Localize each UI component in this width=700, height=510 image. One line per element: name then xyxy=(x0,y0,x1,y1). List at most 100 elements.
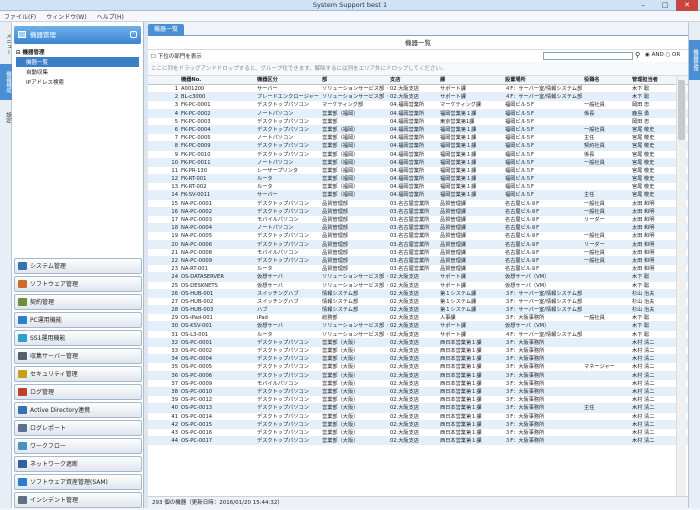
table-row[interactable]: 15 NA-PC-0001 デスクトップパソコン 品質管理部 03.名古屋営業所 品質管理… xyxy=(148,200,688,208)
table-row[interactable]: 40 OS-PC-0013 デスクトップパソコン 営業部（大阪） 02.大阪支店 西日本営… xyxy=(148,404,688,413)
maximize-button[interactable]: □ xyxy=(654,0,676,11)
table-cell: 福岡ビル５F xyxy=(505,192,534,199)
table-row[interactable]: 39 OS-PC-0012 デスクトップパソコン 営業部（大阪） 02.大阪支店 西日本営… xyxy=(148,396,688,405)
column-header[interactable]: 役職名 xyxy=(584,76,630,85)
search-input[interactable] xyxy=(543,52,633,60)
table-row[interactable]: 5 FK-PC-0003 デスクトップパソコン 営業部 04.福岡営業所 東京営業第1課 福… xyxy=(148,118,688,126)
and-label: AND xyxy=(651,52,664,58)
table-row[interactable]: 38 OS-PC-0010 デスクトップパソコン 営業部（大阪） 02.大阪支店 西日本営… xyxy=(148,387,688,397)
table-row[interactable]: 42 OS-PC-0015 デスクトップパソコン 営業部（大阪） 02.大阪支店 西日本営… xyxy=(148,420,688,429)
table-cell: 主任 xyxy=(584,405,595,412)
scrollbar-thumb[interactable] xyxy=(678,80,685,140)
table-row[interactable]: 22 NA-PC-0009 デスクトップパソコン 品質管理部 03.名古屋営業所 品質管理… xyxy=(148,256,688,266)
or-radio[interactable]: ○ OR xyxy=(665,52,680,58)
table-row[interactable]: 16 NA-PC-0002 デスクトップパソコン 品質管理部 03.名古屋営業所 品質管理… xyxy=(148,207,688,216)
table-row[interactable]: 29 OS-iPad-001 iPad 総務部 02.大阪支店 人事課 ３F：大阪事務所 一般… xyxy=(148,314,688,323)
table-row[interactable]: 31OS-L3-001 ルータ ソリューションサービス部（大阪）02.大阪支店 サポー… xyxy=(148,331,688,339)
vertical-scrollbar[interactable] xyxy=(676,76,686,496)
menu-file[interactable]: ファイル(F) xyxy=(0,11,40,21)
sidebar-menu-item[interactable]: 収集サーバー管理 xyxy=(14,348,142,364)
menu-window[interactable]: ウィンドウ(W) xyxy=(42,11,91,21)
sidebar-menu-item[interactable]: ネットワーク遮断 xyxy=(14,456,142,472)
search-icon[interactable]: ⚲ xyxy=(635,51,640,59)
sidebar-menu-item[interactable]: Active Directory連携 xyxy=(14,402,142,418)
table-row[interactable]: 24OS-DATASERVER 仮想サーバ ソリューションサービス部（大阪）02.大… xyxy=(148,273,688,282)
tab-device-list[interactable]: 機器一覧 xyxy=(148,24,185,36)
group-drop-area[interactable]: ここに列をドラッグアンドドロップすると、グループ化できます。解除するには列をエリ… xyxy=(148,62,688,76)
table-row[interactable]: 30OS-KSV-001 仮想サーバ ソリューションサービス部（大阪）02.大阪支店… xyxy=(148,322,688,331)
table-row[interactable]: 20 NA-PC-0006 デスクトップパソコン 品質管理部 03.名古屋営業所 品質管理… xyxy=(148,240,688,249)
and-radio[interactable]: ◉ AND xyxy=(645,52,664,58)
sidebar-menu-item[interactable]: インシデント管理 xyxy=(14,492,142,508)
table-row[interactable]: 26 OS-HUB-001 スイッチングハブ 情報システム部 02.大阪支店 第１システム… xyxy=(148,289,688,298)
table-row[interactable]: 13 FK-RT-002 ルータ 営業部（福岡） 04.福岡営業所 福岡営業第１課 福岡ビル… xyxy=(148,183,688,192)
table-row[interactable]: 34 OS-PC-0004 デスクトップパソコン 営業部（大阪） 02.大阪支店 西日本営… xyxy=(148,355,688,364)
column-header[interactable]: 支店 xyxy=(390,76,438,85)
tree-item-auto-collect[interactable]: 自動収集 xyxy=(16,67,139,77)
column-header[interactable]: 課 xyxy=(440,76,503,85)
column-header[interactable]: 部 xyxy=(322,76,388,85)
table-row[interactable]: 19 NA-PC-0005 デスクトップパソコン 品質管理部 03.名古屋営業所 品質管理… xyxy=(148,232,688,241)
table-row[interactable]: 36 OS-PC-0006 デスクトップパソコン 営業部（大阪） 02.大阪支店 西日本営… xyxy=(148,371,688,380)
table-row[interactable]: 7 FK-PC-0005 ノートパソコン 営業部（福岡） 04.福岡営業所 福岡営業第１課… xyxy=(148,134,688,143)
sidebar-menu-item[interactable]: SS1運用機能 xyxy=(14,330,142,346)
table-row[interactable]: 21 NA-PC-0008 モバイルパソコン 品質管理部 03.名古屋営業所 品質管理課 名… xyxy=(148,249,688,257)
table-row[interactable]: 35 OS-PC-0005 デスクトップパソコン 営業部（大阪） 02.大阪支店 西日本営… xyxy=(148,363,688,372)
sidebar-menu-item[interactable]: システム管理 xyxy=(14,258,142,274)
close-button[interactable]: ✕ xyxy=(676,0,698,11)
table-cell: 営業部（福岡） xyxy=(322,184,359,191)
table-row[interactable]: 1A001200 サーバー ソリューションサービス部（大阪）02.大阪支店 サポート課… xyxy=(148,85,688,94)
table-row[interactable]: 27 OS-HUB-002 スイッチングハブ 情報システム部 02.大阪支店 第１システム… xyxy=(148,298,688,307)
table-row[interactable]: 6 FK-PC-0004 デスクトップパソコン 営業部（福岡） 04.福岡営業所 福岡営業… xyxy=(148,125,688,135)
table-row[interactable]: 41 OS-PC-0014 デスクトップパソコン 営業部（大阪） 02.大阪支店 西日本営… xyxy=(148,413,688,421)
table-row[interactable]: 23 NA-RT-001 ルータ 品質管理部 03.名古屋営業所 品質管理課 名古屋ビル８F… xyxy=(148,265,688,274)
table-cell: サーバー xyxy=(257,192,278,199)
menu-help[interactable]: ヘルプ(H) xyxy=(93,11,128,21)
table-row[interactable]: 12 FK-RT-001 ルータ 営業部（福岡） 04.福岡営業所 福岡営業第１課 福岡ビル… xyxy=(148,175,688,184)
sidebar-menu-item[interactable]: 契約管理 xyxy=(14,294,142,310)
table-row[interactable]: 4 FK-PC-0002 ノートパソコン 営業部（福岡） 04.福岡営業所 福岡営業第１課… xyxy=(148,109,688,118)
sidebar-menu-item[interactable]: ログレポート xyxy=(14,420,142,436)
tree-item-device-list[interactable]: 機器一覧 xyxy=(16,57,139,67)
sidebar-menu-item[interactable]: ソフトウェア管理 xyxy=(14,276,142,292)
menu-item-icon xyxy=(18,316,27,324)
sidebar-header[interactable]: 機器管理 ⌃ xyxy=(14,26,141,44)
sidebar-menu-item[interactable]: PC運用機能 xyxy=(14,312,142,328)
table-row[interactable]: 9 FK-PC-0010 デスクトップパソコン 営業部（福岡） 04.福岡営業所 福岡営業… xyxy=(148,151,688,159)
sidebar-menu-item[interactable]: ソフトウェア資産管理(SAM) xyxy=(14,474,142,490)
table-row[interactable]: 14 FK-SV-0011 サーバー 営業部（福岡） 04.福岡営業所 福岡営業第１課 福岡… xyxy=(148,191,688,200)
table-row[interactable]: 11 FK-PR-130 レーザープリンタ 営業部（福岡） 04.福岡営業所 福岡営業第１… xyxy=(148,167,688,176)
sidebar-menu-item[interactable]: セキュリティ管理 xyxy=(14,366,142,382)
left-tab-devices[interactable]: 機器構成 xyxy=(0,64,12,100)
table-row[interactable]: 17 NA-PC-0003 モバイルパソコン 品質管理部 03.名古屋営業所 品質管理課 名… xyxy=(148,216,688,225)
table-row[interactable]: 8 FK-PC-0009 デスクトップパソコン 営業部（福岡） 04.福岡営業所 福岡営業… xyxy=(148,142,688,151)
chevron-up-icon[interactable]: ⌃ xyxy=(130,31,137,38)
table-row[interactable]: 44 OS-PC-0017 デスクトップパソコン 営業部（大阪） 02.大阪支店 西日本営… xyxy=(148,437,688,446)
table-cell: 品質管理課 xyxy=(440,200,466,207)
menu-item-icon xyxy=(18,460,27,468)
sidebar-menu-item[interactable]: ワークフロー xyxy=(14,438,142,454)
table-row[interactable]: 18 NA-PC-0004 ノートパソコン 品質管理部 03.名古屋営業所 品質管理課 名古… xyxy=(148,224,688,233)
tree-item-ip-search[interactable]: IPアドレス検索 xyxy=(16,77,139,87)
column-header[interactable]: 設置場所 xyxy=(505,76,582,85)
table-row[interactable]: 10 FK-PC-0011 ノートパソコン 営業部（福岡） 04.福岡営業所 福岡営業第１… xyxy=(148,158,688,167)
table-row[interactable]: 32 OS-PC-0001 デスクトップパソコン 営業部（大阪） 02.大阪支店 西日本営… xyxy=(148,338,688,347)
table-row[interactable]: 37 OS-PC-0009 モバイルパソコン 営業部（大阪） 02.大阪支店 西日本営業第… xyxy=(148,380,688,388)
table-cell: OS-PC-0014 xyxy=(181,413,213,420)
sidebar-menu-item[interactable]: ログ管理 xyxy=(14,384,142,400)
table-row[interactable]: 28 OS-HUB-003 ハブ 情報システム部 02.大阪支店 第１システム課 ３F：サー… xyxy=(148,306,688,315)
table-row[interactable]: 2BL-c3000 ブレードエンクロージャーソリューションサービス部（大阪）02.… xyxy=(148,93,688,102)
table-row[interactable]: 3 FK-PC-0001 デスクトップパソコン マーケティング部 04.福岡営業所 マーケ… xyxy=(148,101,688,110)
right-tab-device[interactable]: 機器管理 xyxy=(689,40,700,80)
minimize-button[interactable]: – xyxy=(632,0,654,11)
left-tab-settings[interactable]: 設定 xyxy=(0,102,12,132)
table-cell: 02.大阪支店 xyxy=(390,356,419,363)
table-row[interactable]: 25OS-DESKNETS 仮想サーバ ソリューションサービス部（大阪）02.大阪支… xyxy=(148,282,688,290)
show-sub-checkbox[interactable]: ☐ 下位の部門を表示 xyxy=(151,52,202,60)
tree-group[interactable]: ⊟ 機器管理 xyxy=(16,47,139,57)
column-header[interactable]: 機器No. xyxy=(181,76,255,85)
column-header[interactable]: 機器区分 xyxy=(257,76,320,85)
table-row[interactable]: 33 OS-PC-0002 デスクトップパソコン 営業部（大阪） 02.大阪支店 西日本営… xyxy=(148,347,688,356)
table-row[interactable]: 43 OS-PC-0016 デスクトップパソコン 営業部（大阪） 02.大阪支店 西日本営… xyxy=(148,429,688,438)
left-tab-menu[interactable]: メニュー xyxy=(0,26,12,62)
